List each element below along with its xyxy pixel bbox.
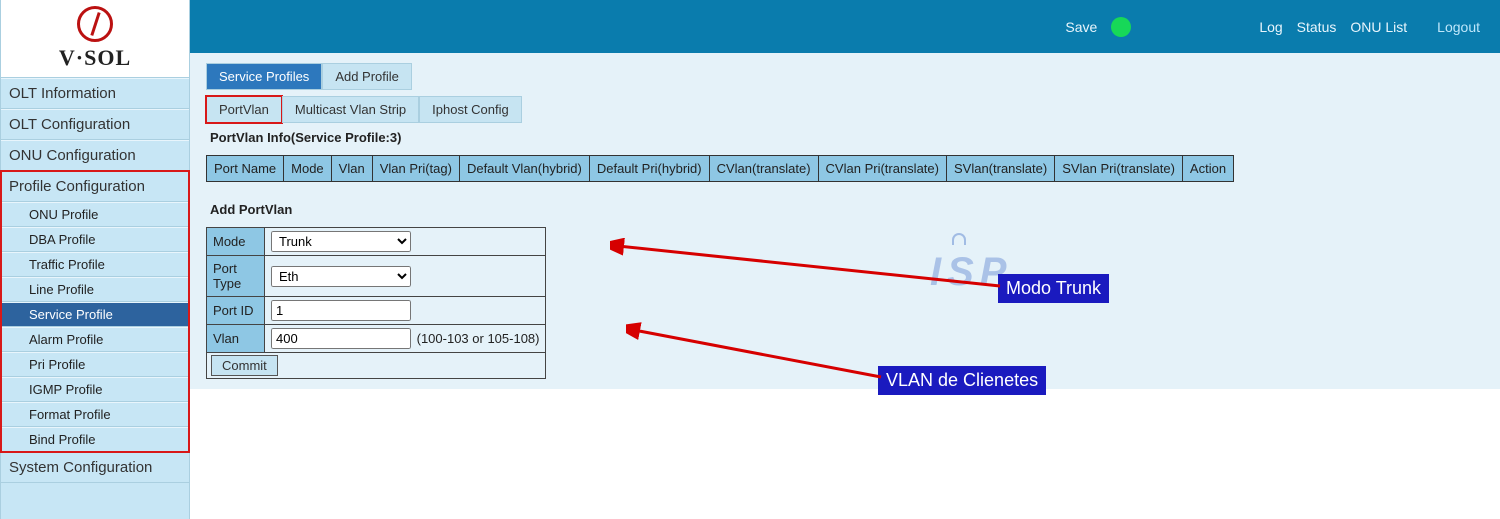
annotation-modo-trunk: Modo Trunk	[998, 274, 1109, 303]
portvlan-info-table: Port NameModeVlanVlan Pri(tag)Default Vl…	[206, 155, 1234, 182]
nav-group[interactable]: System Configuration	[1, 452, 189, 483]
nav-group[interactable]: ONU Configuration	[1, 140, 189, 171]
topbar: Save Log Status ONU List Logout	[190, 0, 1500, 53]
tab-primary[interactable]: Add Profile	[322, 63, 412, 90]
nav-sub-item[interactable]: Service Profile	[1, 302, 189, 327]
nav-group[interactable]: OLT Information	[1, 78, 189, 109]
save-button[interactable]: Save	[1065, 19, 1097, 35]
logo-icon	[77, 6, 113, 42]
tab-secondary[interactable]: Multicast Vlan Strip	[282, 96, 419, 123]
nav-sub-item[interactable]: IGMP Profile	[1, 377, 189, 402]
nav-status[interactable]: Status	[1297, 19, 1337, 35]
tab-primary[interactable]: Service Profiles	[206, 63, 322, 90]
tabs-primary: Service ProfilesAdd Profile	[206, 63, 1484, 90]
vlan-input[interactable]	[271, 328, 411, 349]
nav-group[interactable]: OLT Configuration	[1, 109, 189, 140]
nav-log[interactable]: Log	[1259, 19, 1282, 35]
nav-sub-item[interactable]: Pri Profile	[1, 352, 189, 377]
column-header: SVlan Pri(translate)	[1055, 156, 1183, 182]
porttype-label: Port Type	[207, 256, 265, 297]
tab-secondary[interactable]: Iphost Config	[419, 96, 522, 123]
status-dot-icon	[1111, 17, 1131, 37]
nav-sub-item[interactable]: Traffic Profile	[1, 252, 189, 277]
mode-select[interactable]: Trunk	[271, 231, 411, 252]
column-header: Vlan	[331, 156, 372, 182]
column-header: Default Vlan(hybrid)	[459, 156, 589, 182]
nav-sub-item[interactable]: Bind Profile	[1, 427, 189, 452]
column-header: Action	[1182, 156, 1233, 182]
nav-sub-item[interactable]: Alarm Profile	[1, 327, 189, 352]
mode-label: Mode	[207, 228, 265, 256]
nav-sub-item[interactable]: ONU Profile	[1, 202, 189, 227]
nav-sub-item[interactable]: Format Profile	[1, 402, 189, 427]
add-portvlan-heading: Add PortVlan	[210, 202, 1484, 217]
column-header: Mode	[284, 156, 332, 182]
table-header-row: Port NameModeVlanVlan Pri(tag)Default Vl…	[207, 156, 1234, 182]
nav-sub-item[interactable]: Line Profile	[1, 277, 189, 302]
nav-onulist[interactable]: ONU List	[1350, 19, 1407, 35]
portid-label: Port ID	[207, 297, 265, 325]
logo: V·SOL	[1, 0, 189, 78]
nav: OLT InformationOLT ConfigurationONU Conf…	[1, 78, 189, 483]
add-portvlan-form: Mode Trunk Port Type Eth	[206, 227, 546, 379]
nav-group[interactable]: Profile Configuration	[1, 171, 189, 202]
column-header: CVlan Pri(translate)	[818, 156, 946, 182]
tabs-secondary: PortVlanMulticast Vlan StripIphost Confi…	[206, 96, 1484, 123]
nav-sub-item[interactable]: DBA Profile	[1, 227, 189, 252]
column-header: SVlan(translate)	[946, 156, 1054, 182]
commit-button[interactable]: Commit	[211, 355, 278, 376]
column-header: Vlan Pri(tag)	[372, 156, 459, 182]
nav-logout[interactable]: Logout	[1437, 19, 1480, 35]
column-header: Default Pri(hybrid)	[589, 156, 709, 182]
column-header: CVlan(translate)	[709, 156, 818, 182]
tab-secondary[interactable]: PortVlan	[206, 96, 282, 123]
portid-input[interactable]	[271, 300, 411, 321]
vlan-hint: (100-103 or 105-108)	[417, 331, 540, 346]
porttype-select[interactable]: Eth	[271, 266, 411, 287]
logo-text: V·SOL	[59, 45, 131, 71]
vlan-label: Vlan	[207, 325, 265, 353]
content: Service ProfilesAdd Profile PortVlanMult…	[190, 53, 1500, 389]
column-header: Port Name	[207, 156, 284, 182]
portvlan-info-heading: PortVlan Info(Service Profile:3)	[210, 130, 1484, 145]
annotation-vlan-clientes: VLAN de Clienetes	[878, 366, 1046, 395]
sidebar: V·SOL OLT InformationOLT ConfigurationON…	[0, 0, 190, 519]
